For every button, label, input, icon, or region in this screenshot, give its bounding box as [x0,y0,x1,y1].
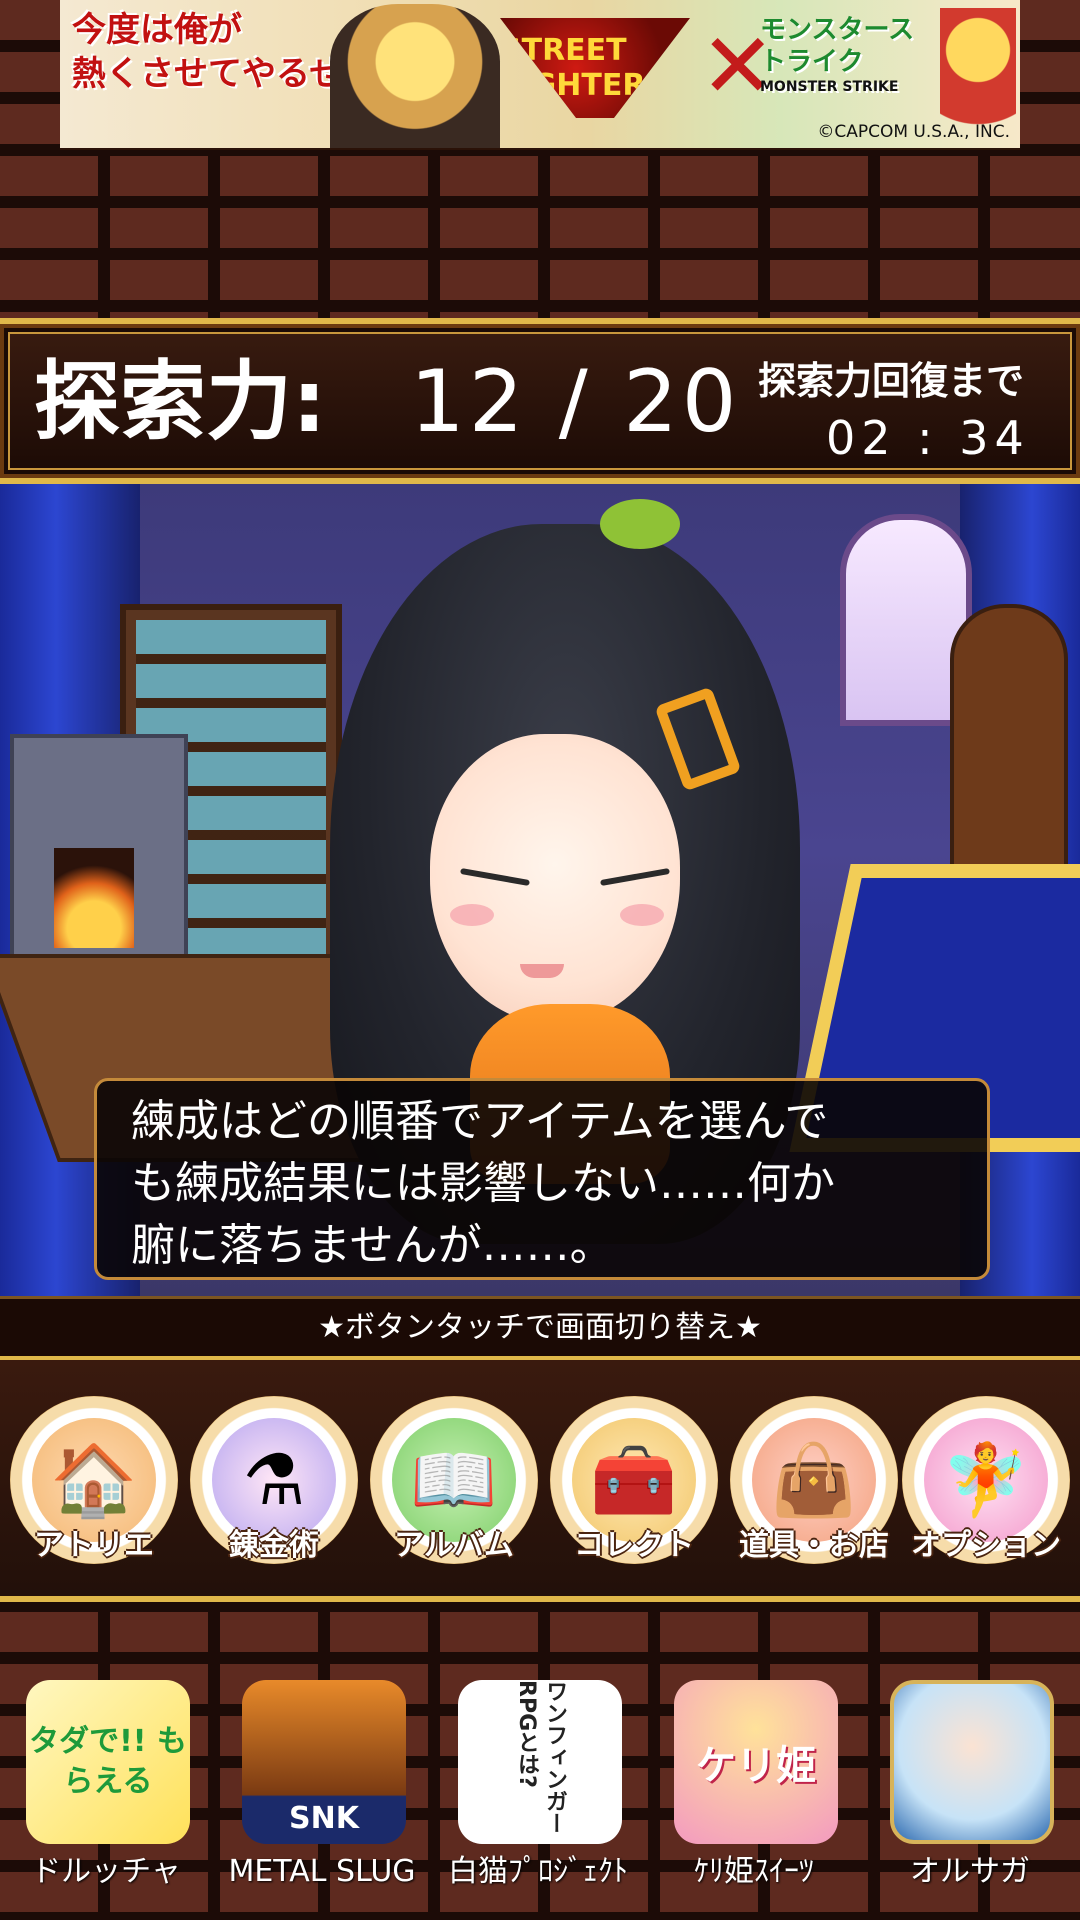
character-scrunchie [600,499,680,549]
recommended-apps: タダで!! もらえる ドルッチャ SNK METAL SLUG ワンフィンガー … [0,1676,1080,1920]
app-orusaga[interactable]: オルサガ [868,1676,1068,1920]
metal-slug-icon-text: SNK [289,1801,359,1836]
search-power-label: 探索力: [34,352,327,452]
fireplace [10,734,188,972]
metal-slug-icon: SNK [242,1680,406,1844]
atelier-label: アトリエ [34,1528,154,1563]
ad-character-image [330,4,500,148]
tools-shop-button[interactable]: 👜 道具・お店 [730,1396,898,1564]
switch-screen-hint: ★ボタンタッチで画面切り替え★ [0,1296,1080,1360]
option-button[interactable]: 🧚 オプション [902,1396,1070,1564]
album-label: アルバム [394,1528,514,1563]
app-metal-slug[interactable]: SNK METAL SLUG [220,1676,420,1920]
shironeko-icon-text: ワンフィンガー RPGとは? [514,1680,567,1834]
drutcha-icon-text: タダで!! もらえる [29,1724,187,1799]
character-blush-left [450,904,494,926]
ad-banner[interactable]: 今度は俺が 熱くさせてやるぜ! STREET FIGHTER V ✕ モンスター… [60,0,1020,150]
app-kerihime[interactable]: ケリ姫 ｹﾘ姫ｽｲｰﾂ [652,1676,852,1920]
album-button[interactable]: 📖 アルバム [370,1396,538,1564]
kerihime-icon: ケリ姫 [674,1680,838,1844]
drutcha-name: ドルッチャ [31,1854,181,1889]
ad-headline: 今度は俺が 熱くさせてやるぜ! [72,8,372,140]
dialog-box[interactable]: 練成はどの順番でアイテムを選んで も練成結果には影響しない……何か 腑に落ちませ… [94,1078,990,1280]
ad-copyright: ©CAPCOM U.S.A., INC. [817,122,1010,142]
alchemy-label: 錬金術 [229,1528,319,1563]
app-shironeko[interactable]: ワンフィンガー RPGとは? 白猫ﾌﾟﾛｼﾞｪｸﾄ [436,1676,636,1920]
book-icon: 📖 [392,1418,516,1542]
kerihime-icon-text: ケリ姫 [696,1743,816,1789]
ad-headline-line2: 熱くさせてやるぜ! [72,54,360,94]
monster-strike-logo: モンスターストライク MONSTER STRIKE [760,14,940,114]
ad-headline-line1: 今度は俺が [72,10,242,50]
character-face [430,734,680,1024]
street-fighter-logo: STREET FIGHTER V [500,18,690,118]
character-blush-right [620,904,664,926]
atelier-button[interactable]: 🏠 アトリエ [10,1396,178,1564]
app-drutcha[interactable]: タダで!! もらえる ドルッチャ [4,1676,204,1920]
kerihime-name: ｹﾘ姫ｽｲｰﾂ [694,1854,814,1889]
search-power-value: 12 / 20 [410,352,741,452]
recovery-timer: 02 : 34 [826,411,1030,465]
metal-slug-name: METAL SLUG [228,1854,416,1889]
alchemy-button[interactable]: ⚗ 錬金術 [190,1396,358,1564]
monster-strike-subtitle: MONSTER STRIKE [760,79,899,95]
drutcha-icon: タダで!! もらえる [26,1680,190,1844]
search-power-panel: 探索力: 12 / 20 探索力回復まで 02 : 34 [0,318,1080,484]
bag-icon: 👜 [752,1418,876,1542]
shironeko-icon: ワンフィンガー RPGとは? [458,1680,622,1844]
shironeko-name: 白猫ﾌﾟﾛｼﾞｪｸﾄ [448,1854,628,1889]
orusaga-icon [890,1680,1054,1844]
recovery-label: 探索力回復まで [758,359,1025,403]
monster-strike-title: モンスターストライク [760,15,915,77]
collect-label: コレクト [574,1528,694,1563]
tools-shop-label: 道具・お店 [739,1528,889,1563]
main-menu: 🏠 アトリエ ⚗ 錬金術 📖 アルバム 🧰 コレクト 👜 道具・お店 🧚 オプシ… [0,1360,1080,1602]
potion-icon: ⚗ [212,1418,336,1542]
collect-button[interactable]: 🧰 コレクト [550,1396,718,1564]
house-icon: 🏠 [32,1418,156,1542]
option-label: オプション [911,1528,1061,1563]
treasure-chest-icon: 🧰 [572,1418,696,1542]
orusaga-name: オルサガ [910,1854,1030,1889]
fairy-icon: 🧚 [924,1418,1048,1542]
